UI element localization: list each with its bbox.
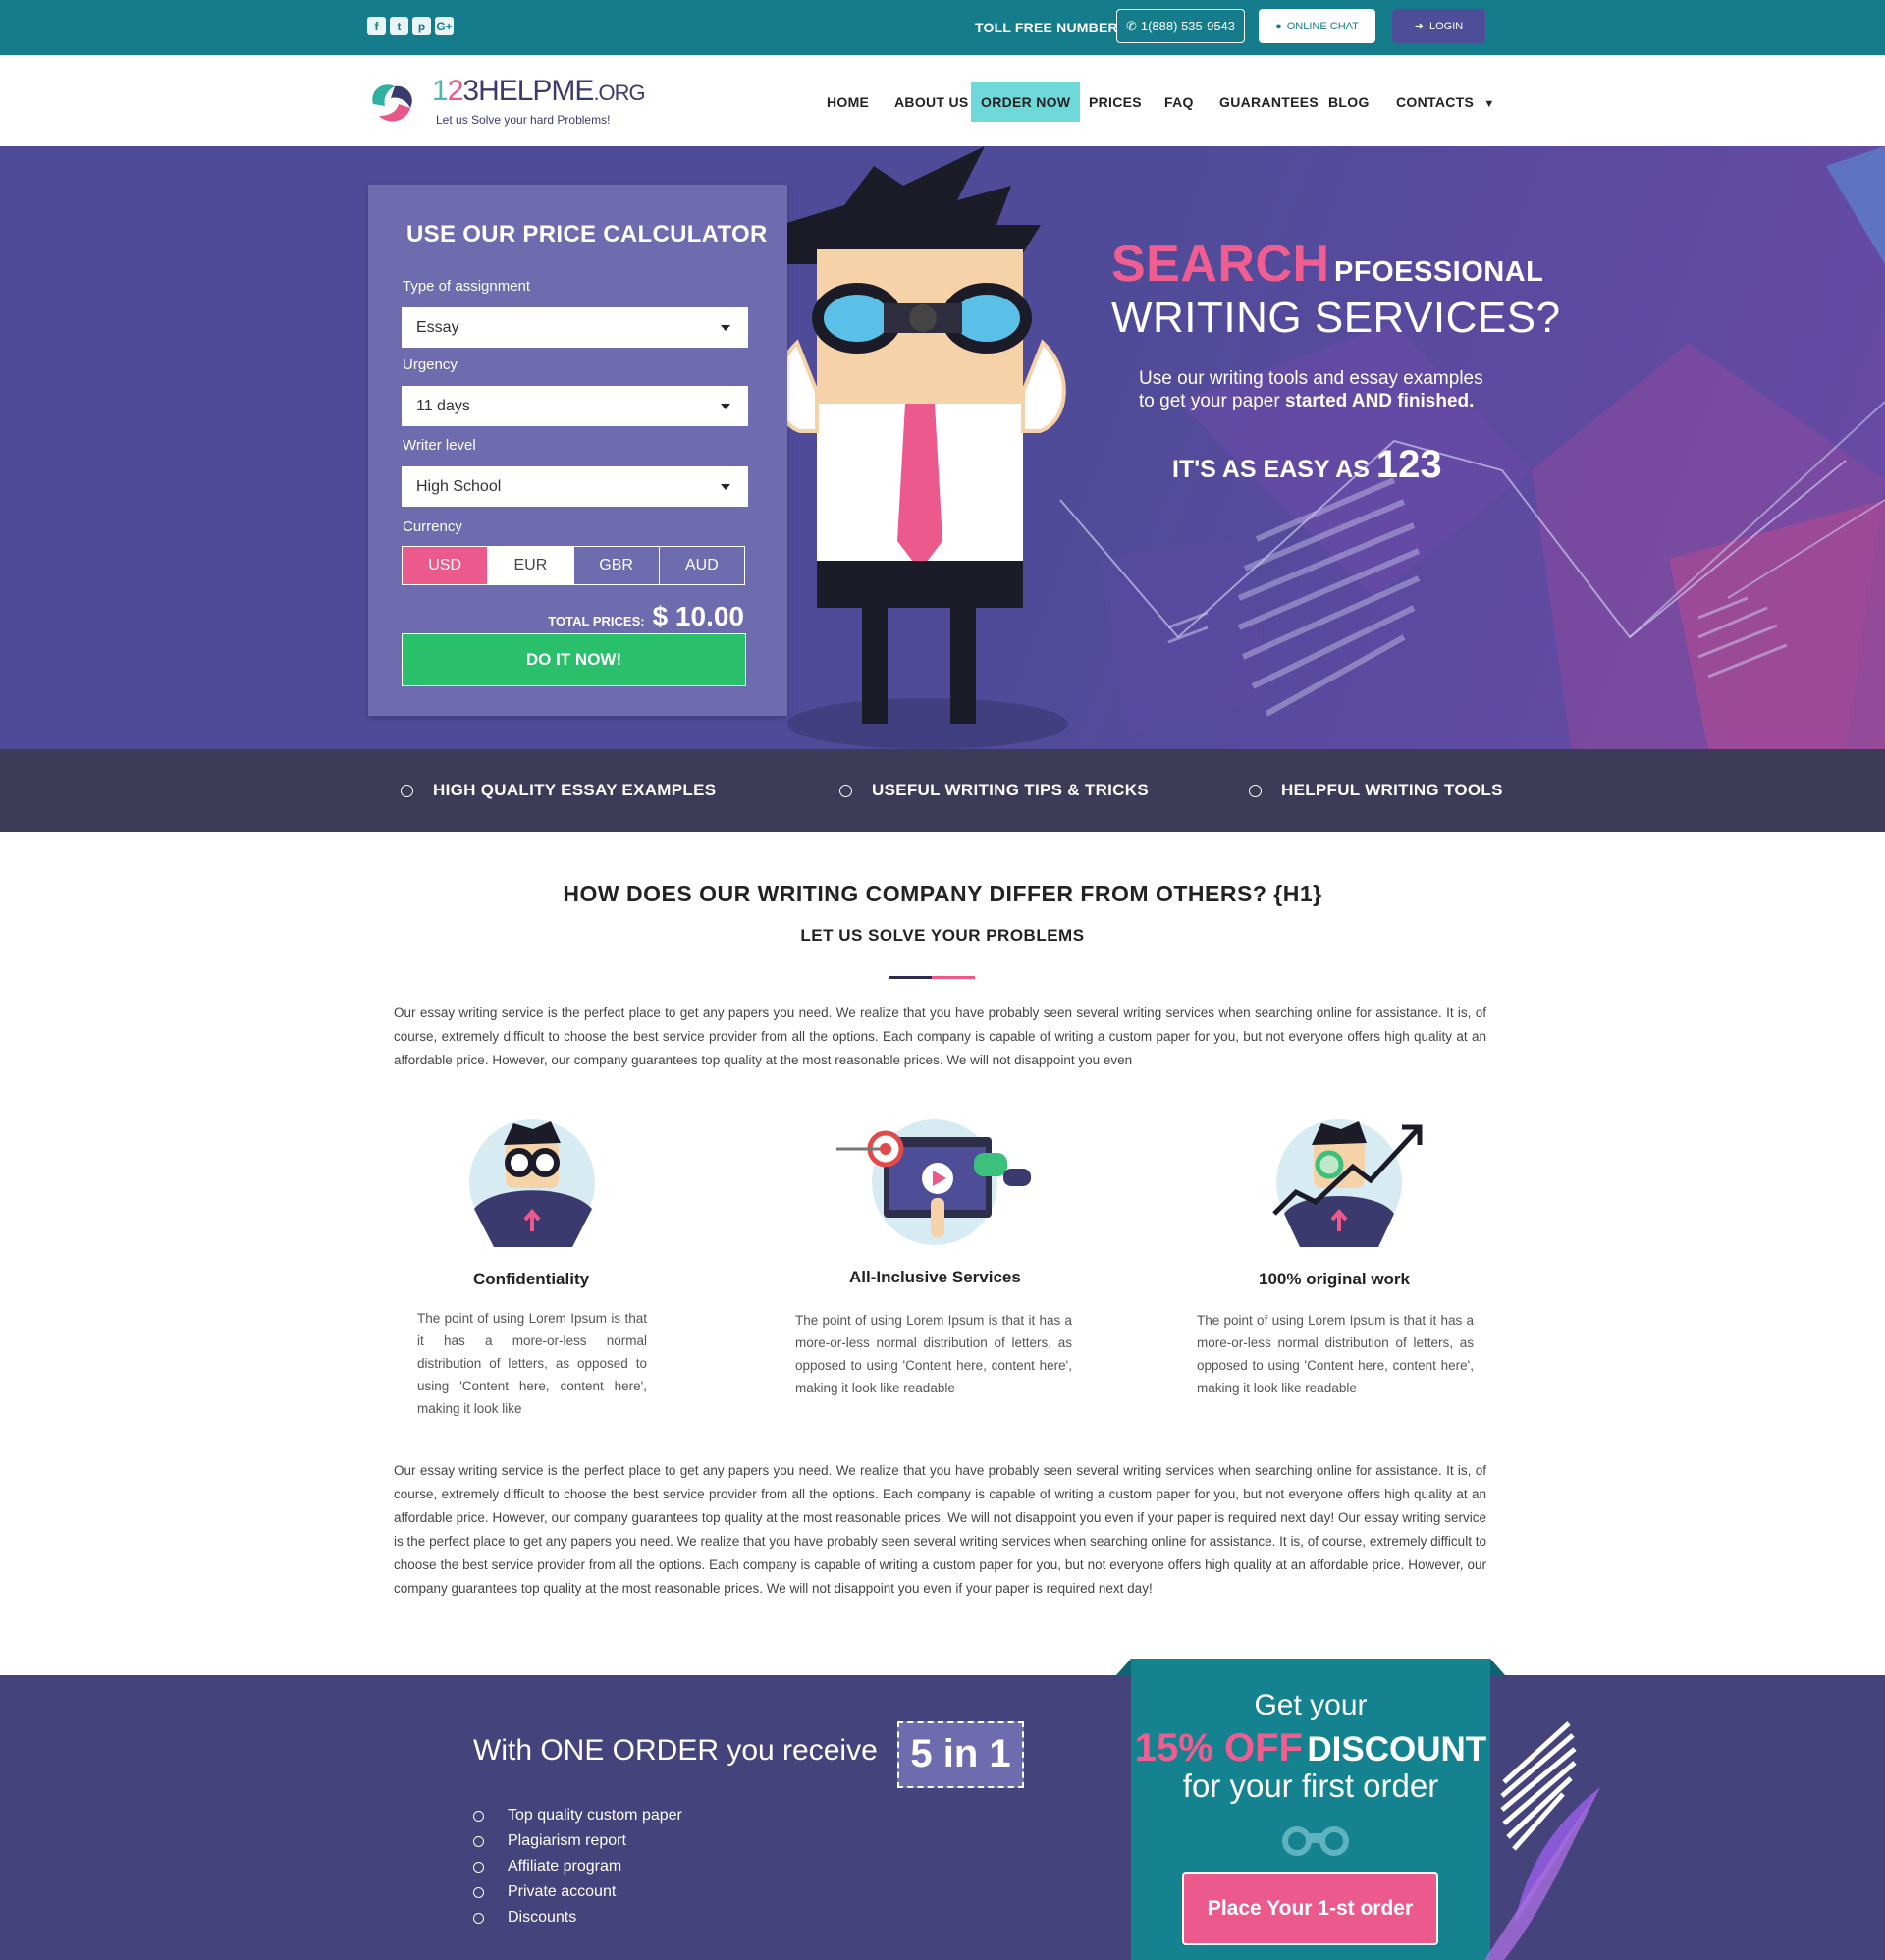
writer-level-label: Writer level — [403, 437, 476, 454]
nav-blog[interactable]: BLOG — [1328, 82, 1370, 122]
receive-heading: With ONE ORDER you receive — [473, 1734, 878, 1767]
hero-headline: SEARCH PFOESSIONAL — [1111, 236, 1544, 293]
heading-divider — [889, 976, 975, 979]
circle-bullet-icon — [473, 1912, 484, 1924]
caret-down-icon — [721, 484, 730, 490]
hero-headline-line2: WRITING SERVICES? — [1111, 294, 1561, 342]
calculator-title: USE OUR PRICE CALCULATOR — [406, 221, 768, 247]
top-bar: f t p G+ TOLL FREE NUMBER ✆ 1(888) 535-9… — [0, 0, 1885, 55]
assignment-type-select[interactable]: Essay — [402, 307, 748, 348]
login-label: LOGIN — [1428, 20, 1464, 32]
phone-button[interactable]: ✆ 1(888) 535-9543 — [1116, 9, 1245, 43]
social-links: f t p G+ — [367, 17, 454, 35]
online-chat-button[interactable]: ● ONLINE CHAT — [1259, 9, 1375, 43]
writer-level-select[interactable]: High School — [402, 466, 748, 507]
strip-item-essay-examples[interactable]: HIGH QUALITY ESSAY EXAMPLES — [401, 781, 716, 800]
logo-tagline: Let us Solve your hard Problems! — [436, 113, 611, 127]
currency-aud[interactable]: AUD — [660, 547, 744, 584]
circle-bullet-icon — [401, 784, 413, 797]
feature-text-original-work: The point of using Lorem Ipsum is that i… — [1197, 1313, 1474, 1395]
feature-title-original-work: 100% original work — [1259, 1270, 1410, 1288]
assignment-type-label: Type of assignment — [403, 278, 531, 295]
feature-text-confidentiality: The point of using Lorem Ipsum is that i… — [417, 1311, 647, 1416]
intro-paragraph: Our essay writing service is the perfect… — [394, 1006, 1486, 1067]
google-plus-icon[interactable]: G+ — [435, 17, 454, 35]
pinterest-icon[interactable]: p — [412, 17, 431, 35]
currency-eur[interactable]: EUR — [488, 547, 574, 584]
price-calculator: USE OUR PRICE CALCULATOR Type of assignm… — [368, 185, 787, 716]
five-in-one-badge: 5 in 1 — [897, 1721, 1024, 1788]
hero-subtext-2: to get your paper started AND finished. — [1139, 391, 1475, 411]
circle-bullet-icon — [473, 1886, 484, 1898]
caret-down-icon — [721, 325, 730, 331]
circle-bullet-icon — [473, 1810, 484, 1822]
magnifier-growth-icon — [1272, 1119, 1423, 1247]
toll-free-label: TOLL FREE NUMBER — [975, 20, 1118, 35]
body-paragraph: Our essay writing service is the perfect… — [394, 1463, 1486, 1596]
do-it-now-button[interactable]: DO IT NOW! — [402, 633, 746, 686]
list-item: Plagiarism report — [473, 1828, 682, 1854]
total-price: TOTAL PRICES: $ 10.00 — [548, 601, 744, 632]
nav-order-now[interactable]: ORDER NOW — [971, 82, 1081, 122]
hero-background-art — [774, 146, 1885, 749]
page-subheading: LET US SOLVE YOUR PROBLEMS — [800, 926, 1085, 945]
place-first-order-button[interactable]: Place Your 1-st order — [1182, 1872, 1438, 1945]
circle-bullet-icon — [473, 1835, 484, 1847]
urgency-label: Urgency — [403, 356, 458, 373]
currency-gbr[interactable]: GBR — [574, 547, 660, 584]
binoculars-icon — [1282, 1826, 1349, 1856]
login-icon: ➜ — [1414, 21, 1424, 32]
feather-decoration-icon — [1484, 1721, 1600, 1960]
urgency-select[interactable]: 11 days — [402, 386, 748, 426]
nav-home[interactable]: HOME — [827, 82, 869, 122]
chevron-down-icon: ▼ — [1483, 98, 1495, 110]
twitter-icon[interactable]: t — [390, 17, 408, 35]
circle-bullet-icon — [473, 1861, 484, 1873]
circle-bullet-icon — [839, 784, 852, 797]
main-navbar: 123HELPME.ORG Let us Solve your hard Pro… — [0, 55, 1885, 146]
nav-guarantees[interactable]: GUARANTEES — [1219, 82, 1319, 122]
list-item: Discounts — [473, 1905, 682, 1931]
promo-ribbon-right — [1490, 1659, 1505, 1675]
phone-icon: ✆ — [1125, 18, 1137, 33]
binoculars-person-icon — [469, 1119, 595, 1247]
list-item: Affiliate program — [473, 1854, 682, 1879]
feature-strip: HIGH QUALITY ESSAY EXAMPLES USEFUL WRITI… — [0, 749, 1885, 832]
total-price-label: TOTAL PRICES: — [548, 614, 645, 628]
logo-text[interactable]: 123HELPME.ORG — [432, 75, 646, 108]
strip-item-writing-tools[interactable]: HELPFUL WRITING TOOLS — [1249, 781, 1503, 800]
currency-toggle: USD EUR GBR AUD — [402, 546, 745, 585]
facebook-icon[interactable]: f — [367, 17, 386, 35]
currency-usd[interactable]: USD — [403, 547, 489, 584]
list-item: Private account — [473, 1879, 682, 1905]
benefits-list: Top quality custom paper Plagiarism repo… — [473, 1803, 682, 1931]
feature-text-all-inclusive: The point of using Lorem Ipsum is that i… — [795, 1313, 1072, 1395]
promo-ribbon-left — [1116, 1659, 1131, 1675]
logo-mark-icon[interactable] — [367, 77, 416, 126]
nav-contacts[interactable]: CONTACTS ▼ — [1396, 82, 1495, 122]
promo-get-your: Get your — [1254, 1689, 1368, 1721]
hero-subtext-1: Use our writing tools and essay examples — [1139, 368, 1483, 389]
promo-discount-line: 15% OFF DISCOUNT — [1134, 1726, 1487, 1769]
feature-title-all-inclusive: All-Inclusive Services — [849, 1268, 1021, 1286]
hero-easy-as-123: IT'S AS EASY AS 123 — [1172, 443, 1442, 486]
list-item: Top quality custom paper — [473, 1803, 682, 1828]
chat-label: ONLINE CHAT — [1286, 20, 1359, 32]
caret-down-icon — [721, 404, 730, 409]
page-heading: HOW DOES OUR WRITING COMPANY DIFFER FROM… — [563, 881, 1322, 906]
phone-number: 1(888) 535-9543 — [1140, 19, 1236, 33]
nav-prices[interactable]: PRICES — [1089, 82, 1142, 122]
total-price-value: $ 10.00 — [652, 601, 744, 631]
circle-bullet-icon — [1249, 784, 1262, 797]
nav-faq[interactable]: FAQ — [1164, 82, 1194, 122]
strip-item-writing-tips[interactable]: USEFUL WRITING TIPS & TRICKS — [839, 781, 1149, 800]
feature-title-confidentiality: Confidentiality — [473, 1270, 590, 1288]
currency-label: Currency — [403, 518, 462, 535]
video-target-icon — [836, 1119, 1031, 1245]
promo-first-order: for your first order — [1182, 1768, 1439, 1804]
login-button[interactable]: ➜ LOGIN — [1392, 9, 1485, 43]
nav-about-us[interactable]: ABOUT US — [894, 82, 969, 122]
hero-section: USE OUR PRICE CALCULATOR Type of assignm… — [0, 146, 1885, 749]
chat-bubble-icon: ● — [1275, 20, 1282, 32]
